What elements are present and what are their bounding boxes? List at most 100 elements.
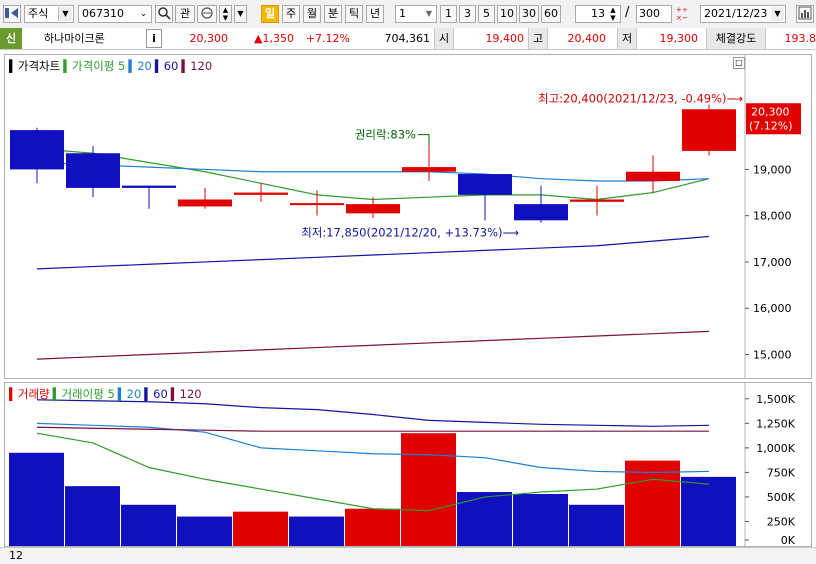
price-legend-item-3[interactable]: 60 — [164, 59, 179, 73]
volume-bar — [625, 460, 680, 546]
interval-button-3[interactable]: 10 — [497, 5, 517, 23]
volume-ma-line-2 — [36, 399, 710, 427]
strength-value: 193.8 — [784, 32, 816, 45]
volume-tick-label: 1,500K — [756, 393, 795, 406]
volume-legend-item-0[interactable]: 거래량 — [18, 387, 50, 401]
volume-bar — [569, 504, 624, 546]
count-separator: / — [625, 5, 630, 20]
count-input[interactable]: 13 ▲ ▼ — [575, 5, 621, 23]
price-legend-item-4[interactable]: 120 — [190, 59, 212, 73]
period-tab-2[interactable]: 월 — [303, 5, 321, 23]
chevron-down-icon[interactable]: ▼ — [423, 6, 435, 22]
volume-tick-label: 0K — [781, 534, 796, 546]
period-tab-1[interactable]: 주 — [282, 5, 300, 23]
volume-bar — [457, 492, 512, 546]
price-tick-label: 19,000 — [753, 163, 792, 176]
date-input[interactable]: 2021/12/23 ▼ — [700, 5, 786, 23]
volume-bar — [513, 493, 568, 546]
count-value: 13 — [591, 7, 605, 20]
price-ma-line-2 — [36, 235, 710, 270]
price-tick-label: 15,000 — [753, 348, 792, 361]
interval-button-5[interactable]: 60 — [541, 5, 561, 23]
candle-body — [66, 153, 120, 188]
panel-settings-icon[interactable] — [796, 5, 814, 23]
volume-tick-label: 500K — [767, 491, 796, 504]
price-chart-panel[interactable]: 19,000 18,000 17,000 16,000 15,000 20,300 (7.1… — [4, 54, 812, 379]
price-legend-item-2[interactable]: 20 — [137, 59, 152, 73]
favorite-button[interactable]: 관 — [175, 5, 195, 23]
volume-ma-line-3 — [36, 426, 709, 432]
volume-tick-label: 250K — [767, 515, 796, 528]
svg-text:−: − — [682, 14, 688, 21]
interval-button-2[interactable]: 5 — [478, 5, 495, 23]
change-percent: +7.12% — [305, 32, 350, 45]
period-tab-5[interactable]: 년 — [366, 5, 384, 23]
count-total-input[interactable]: 300 — [636, 5, 672, 23]
volume-legend-item-3[interactable]: 60 — [153, 387, 168, 401]
volume-bar — [65, 486, 120, 546]
maximize-panel-icon[interactable]: □ — [733, 57, 745, 69]
spin-updown-icon[interactable]: ▲ ▼ — [219, 5, 232, 23]
volume-legend-swatch-0: ▍ — [9, 387, 18, 401]
high-value: 20,400 — [567, 32, 607, 45]
price-legend-swatch-0: ▍ — [9, 59, 18, 73]
chevron-down-icon[interactable]: ▼ — [58, 7, 72, 21]
sidebar-toggle-icon[interactable] — [3, 5, 21, 23]
market-value: 주식 — [28, 7, 49, 20]
candle-body — [402, 167, 456, 172]
calendar-icon[interactable]: ▼ — [771, 7, 784, 21]
period-tab-4[interactable]: 틱 — [345, 5, 363, 23]
candle-body — [290, 203, 344, 206]
chart-options-icon[interactable]: + ÷ × − — [674, 5, 692, 23]
volume-legend-swatch-4: ▍ — [170, 387, 180, 401]
interval-button-4[interactable]: 30 — [519, 5, 539, 23]
strength-label: 체결강도 — [706, 28, 766, 49]
link-icon[interactable] — [197, 5, 217, 23]
price-tick-label: 18,000 — [753, 210, 792, 223]
price-legend-item-0[interactable]: 가격차트 — [18, 59, 60, 73]
candle-body — [570, 199, 624, 202]
interval-button-1[interactable]: 3 — [459, 5, 476, 23]
toolbar: 주식 ▼ 067310 ⌄ 관 ▲ ▼ ▼ 일주월분틱년 1 ▼ 1 3 5 10 30 6… — [0, 0, 816, 29]
price-legend-item-1[interactable]: 가격이평 5 — [72, 59, 125, 73]
chevron-down-icon[interactable]: ▼ — [234, 5, 247, 23]
candle-body — [234, 192, 288, 195]
stock-code-input[interactable]: 067310 ⌄ — [78, 5, 152, 23]
volume-bar — [289, 516, 344, 546]
volume-chart-panel[interactable]: 1,500K 1,250K 1,000K 750K 500K 250K 0K ▍거래량 ▍거래… — [4, 382, 812, 547]
candle-body — [458, 174, 512, 195]
candle-body — [10, 130, 64, 170]
candle-body — [514, 204, 568, 221]
interval-select[interactable]: 1 ▼ — [395, 5, 437, 23]
price-change: ▲1,350 — [254, 32, 294, 45]
price-chart-legend: ▍가격차트 ▍가격이평 5 ▍20 ▍60 ▍120 — [9, 58, 215, 74]
volume-legend-item-2[interactable]: 20 — [127, 387, 142, 401]
stock-name: 하나마이크론 — [44, 32, 105, 45]
volume-bar — [233, 511, 288, 546]
open-value: 19,400 — [485, 32, 525, 45]
volume-chart[interactable]: 1,500K 1,250K 1,000K 750K 500K 250K 0K — [5, 383, 811, 547]
price-ma-line-3 — [36, 330, 710, 360]
low-label: 저 — [617, 28, 637, 49]
interval-value: 1 — [399, 7, 406, 20]
candle-body — [626, 171, 680, 181]
period-tab-0[interactable]: 일 — [261, 5, 279, 23]
status-count: 12 — [9, 549, 23, 562]
price-chart[interactable]: 19,000 18,000 17,000 16,000 15,000 20,300(7.1… — [5, 55, 811, 378]
history-dropdown-icon[interactable]: ⌄ — [137, 6, 150, 22]
interval-button-0[interactable]: 1 — [440, 5, 457, 23]
market-select[interactable]: 주식 ▼ — [24, 5, 74, 23]
volume-legend-item-4[interactable]: 120 — [180, 387, 202, 401]
low-value: 19,300 — [659, 32, 699, 45]
count-spinner-icon[interactable]: ▲ ▼ — [607, 6, 619, 22]
volume-tick-label: 750K — [767, 466, 796, 479]
svg-text:×: × — [676, 14, 682, 21]
volume-bar — [345, 508, 400, 546]
info-button[interactable]: i — [146, 29, 162, 48]
search-icon[interactable] — [155, 5, 173, 23]
volume-legend-item-1[interactable]: 거래이평 5 — [61, 387, 114, 401]
status-bar: 12 — [0, 547, 816, 564]
period-tab-3[interactable]: 분 — [324, 5, 342, 23]
volume-bar — [177, 516, 232, 546]
open-label: 시 — [434, 28, 454, 49]
